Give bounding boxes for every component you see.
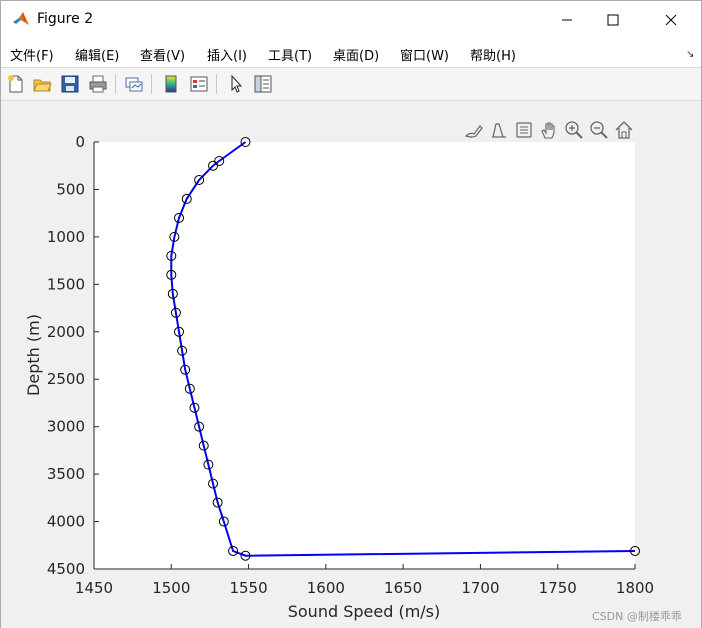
x-tick-label: 1500 <box>152 579 190 597</box>
figure-window: Figure 2 文件(F) 编辑(E) 查看(V) 插入(I) 工具(T) 桌… <box>0 0 702 628</box>
x-tick-label: 1650 <box>384 579 422 597</box>
x-tick-label: 1800 <box>616 579 654 597</box>
y-tick-label: 3500 <box>47 465 85 483</box>
x-tick-label: 1750 <box>539 579 577 597</box>
x-tick-label: 1550 <box>229 579 267 597</box>
watermark-text: CSDN @制楼乖乖 <box>592 610 682 623</box>
y-tick-label: 1000 <box>47 228 85 246</box>
y-tick-label: 2500 <box>47 370 85 388</box>
y-tick-label: 0 <box>75 133 85 151</box>
x-tick-label: 1700 <box>461 579 499 597</box>
y-tick-label: 4500 <box>47 560 85 578</box>
plot-canvas: 1450 1500 1550 1600 1650 1700 1750 1800 0 500 1000… <box>24 133 654 621</box>
x-tick-label: 1450 <box>75 579 113 597</box>
y-tick-label: 4000 <box>47 513 85 531</box>
y-axis-label: Depth (m) <box>24 314 43 396</box>
y-tick-label: 3000 <box>47 418 85 436</box>
axes-background <box>94 142 635 569</box>
y-tick-label: 2000 <box>47 323 85 341</box>
x-axis-label: Sound Speed (m/s) <box>288 602 441 621</box>
x-tick-label: 1600 <box>307 579 345 597</box>
y-tick-label: 1500 <box>47 275 85 293</box>
y-tick-label: 500 <box>56 180 85 198</box>
